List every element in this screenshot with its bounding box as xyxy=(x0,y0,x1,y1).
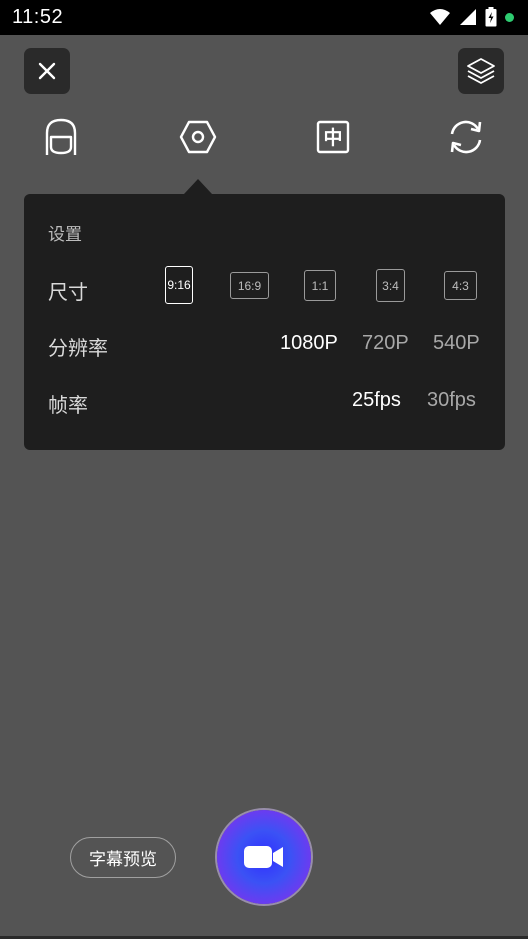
size-option-16-9[interactable]: 16:9 xyxy=(230,272,269,299)
popover-pointer xyxy=(184,179,212,194)
wifi-icon xyxy=(430,9,450,25)
record-button[interactable] xyxy=(217,810,311,904)
status-time: 11:52 xyxy=(12,6,64,28)
settings-panel: 设置 尺寸 9:16 16:9 1:1 3:4 4:3 分辨率 1080P 72… xyxy=(24,194,505,450)
hexagon-settings-icon xyxy=(179,120,217,154)
size-option-1-1[interactable]: 1:1 xyxy=(304,270,336,301)
rotate-camera-icon xyxy=(450,120,482,154)
subtitle-preview-button[interactable]: 字幕预览 xyxy=(70,837,176,878)
chinese-text-icon: 中 xyxy=(316,120,350,154)
signal-icon xyxy=(460,9,476,25)
framerate-option-30fps[interactable]: 30fps xyxy=(427,389,476,412)
notification-dot-icon xyxy=(505,12,514,22)
video-camera-icon xyxy=(244,846,283,868)
layers-button[interactable] xyxy=(458,48,504,94)
settings-title: 设置 xyxy=(48,225,82,244)
rotate-camera-button[interactable] xyxy=(446,117,486,157)
battery-icon xyxy=(485,7,497,27)
resolution-option-540p[interactable]: 540P xyxy=(433,332,480,355)
resolution-option-720p[interactable]: 720P xyxy=(362,332,409,355)
size-label: 尺寸 xyxy=(48,282,88,304)
subtitle-language-button[interactable]: 中 xyxy=(313,117,353,157)
resolution-option-1080p[interactable]: 1080P xyxy=(280,332,338,355)
resolution-label: 分辨率 xyxy=(48,338,108,360)
layers-icon xyxy=(467,58,495,84)
settings-button[interactable] xyxy=(178,117,218,157)
close-button[interactable] xyxy=(24,48,70,94)
size-option-4-3[interactable]: 4:3 xyxy=(444,271,477,300)
framerate-option-25fps[interactable]: 25fps xyxy=(352,389,401,412)
status-icons xyxy=(429,7,514,27)
face-outline-icon xyxy=(45,118,77,155)
size-option-3-4[interactable]: 3:4 xyxy=(376,269,405,302)
size-option-9-16[interactable]: 9:16 xyxy=(165,266,193,304)
face-beauty-button[interactable] xyxy=(41,117,81,157)
chinese-text-glyph: 中 xyxy=(323,126,342,149)
framerate-label: 帧率 xyxy=(48,395,88,417)
close-icon xyxy=(38,62,56,80)
status-bar: 11:52 xyxy=(0,0,528,35)
